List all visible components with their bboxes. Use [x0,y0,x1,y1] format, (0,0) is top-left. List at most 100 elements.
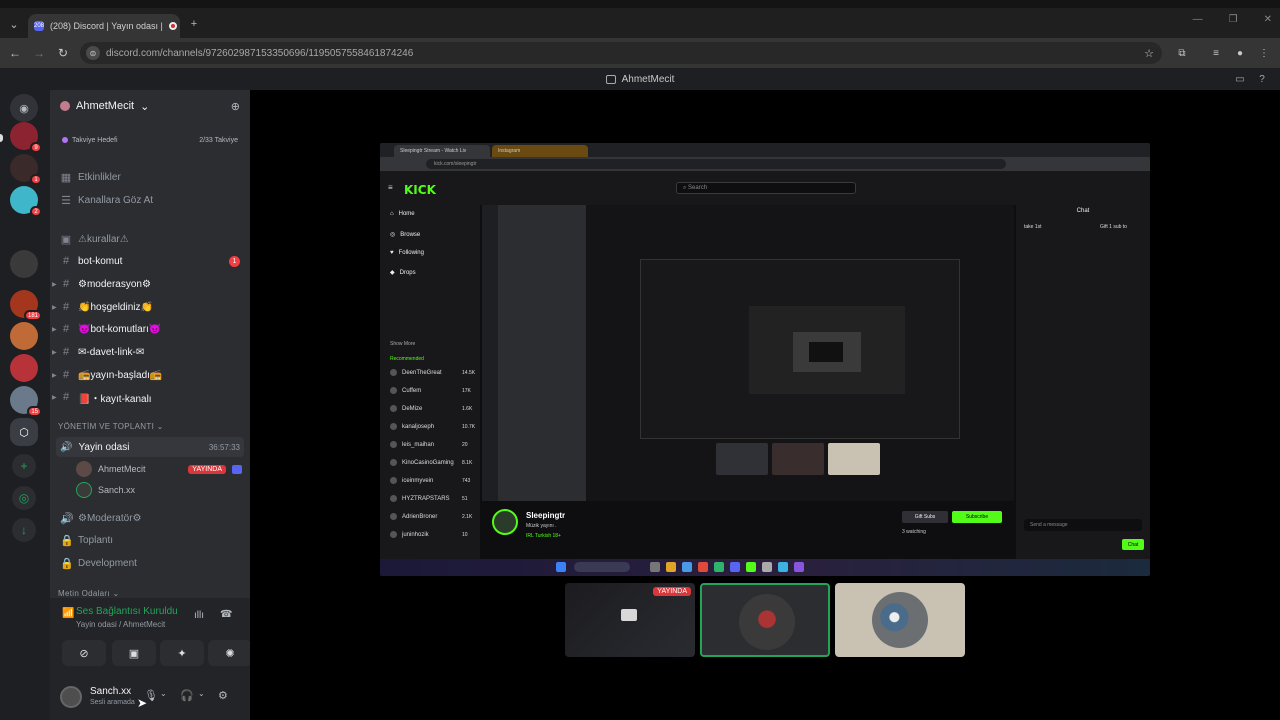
close-window-icon[interactable]: ✕ [1264,14,1272,25]
hash-icon: # [62,301,70,313]
headphones-icon[interactable]: 🎧 [180,689,194,702]
boost-icon [62,137,68,143]
channel-item[interactable]: ▶ # ✉-davet-link-✉ [52,342,244,362]
chevron-down-icon[interactable]: ⌄ [160,689,167,698]
rules-icon: ▣ [60,233,72,246]
channel-item[interactable]: # bot-komut 1 [56,251,244,271]
chevron-down-icon[interactable]: ⌄ [198,689,205,698]
site-info-icon[interactable]: ⊜ [86,46,100,60]
discord-home-icon[interactable]: ◉ [10,94,38,122]
camera-off-button[interactable]: ⊘ [62,640,106,666]
category-header[interactable]: Metin Odaları ⌄ [58,589,119,598]
server-icon[interactable] [10,354,38,382]
add-server-icon[interactable]: + [12,454,36,478]
kick-rec-viewers: 10.7K [462,423,476,430]
channel-item[interactable]: ▶ # 😈bot-komutları😈 [52,319,244,339]
voice-user[interactable]: AhmetMecit YAYINDA [76,460,242,478]
server-icon[interactable]: ⬡ [10,418,38,446]
hash-icon: # [62,323,70,335]
participant-tile-speaking[interactable] [700,583,830,657]
explore-icon[interactable]: ◎ [12,486,36,510]
server-badge: 181 [23,310,42,321]
server-icon[interactable]: 9 [10,122,42,153]
voice-channel[interactable]: 🔒 Development [56,553,244,573]
kick-rec-name: leis_maihan [402,441,435,448]
tab-list-icon[interactable]: ⌄ [4,14,24,34]
guild-header[interactable]: AhmetMecit ⌄ ⊕ [50,90,250,122]
boost-goal[interactable]: Takviye Hedefi 2/33 Takviye [58,132,242,148]
channel-label: Kanallara Göz At [78,194,154,206]
server-icon[interactable] [10,322,38,350]
participant-tile[interactable] [835,583,965,657]
screen-share-view[interactable]: Sleepingtr Stream - Watch Liv Instagram … [380,143,1150,576]
minimize-icon[interactable]: — [1193,14,1203,25]
hash-icon: # [62,346,70,358]
channel-item[interactable]: ▶ # 📻yayın-başladı📻 [52,365,244,385]
channel-item[interactable]: ▣ ⚠kurallar⚠ [56,229,244,249]
extensions-icon[interactable]: ⧉ [1174,45,1190,61]
channel-item[interactable]: ▶ # 📕・kayıt-kanalı [52,387,244,407]
new-tab-button[interactable]: + [184,14,204,34]
invite-user-icon[interactable]: ⊕ [231,100,240,113]
avatar [390,369,397,376]
taskbar-app-icon [666,562,676,572]
voice-channel-active[interactable]: 🔊 Yayin odasi 36:57:33 [56,437,244,457]
help-icon[interactable]: ? [1256,73,1268,85]
voice-status[interactable]: Ses Bağlantısı Kuruldu [76,606,178,617]
server-icon[interactable] [10,250,38,278]
kick-rec-viewers: 51 [462,495,468,502]
channel-label: Toplantı [78,534,114,546]
watching-count: 3 watching [902,529,926,535]
live-badge: YAYINDA [188,464,226,474]
inbox-icon[interactable]: ▭ [1234,73,1246,85]
windows-taskbar [380,559,1150,576]
voice-user[interactable]: Sanch.xx [76,481,242,499]
server-badge: 1 [30,174,42,185]
channel-browse[interactable]: ☰ Kanallara Göz At [56,190,244,210]
collapse-arrow-icon: ▶ [52,349,57,356]
voice-channel[interactable]: 🔊 ⚙Moderatör⚙ [56,508,244,528]
stream-title: Müzik yayını . [526,523,557,529]
address-bar[interactable]: ⊜ discord.com/channels/97260298715335069… [80,42,1162,64]
reload-icon[interactable]: ↻ [54,44,72,62]
soundboard-button[interactable]: ✺ [208,640,252,666]
channel-item[interactable]: ▶ # ⚙moderasyon⚙ [52,274,244,294]
collapse-arrow-icon: ▶ [52,304,57,311]
server-icon[interactable]: 15 [10,386,42,417]
noise-suppression-icon[interactable]: ıllı [194,610,204,621]
share-screen-button[interactable]: ▣ [112,640,156,666]
kick-chat-message: Gift 1 sub to [1100,224,1127,230]
kick-nav-item: ◎ Browse [390,231,421,239]
maximize-icon[interactable]: ❐ [1229,14,1238,25]
disconnect-icon[interactable]: ☎ [220,609,232,620]
kick-show-more: Show More [390,341,416,347]
monitor-icon [621,609,637,621]
menu-icon[interactable]: ⋮ [1256,45,1272,61]
kick-rec-name: HYZTRAPSTARS [402,495,450,502]
channel-item[interactable]: ▶ # 👏hoşgeldiniz👏 [52,297,244,317]
nested-participant-tiles [716,443,886,475]
channel-events[interactable]: ▦ Etkinlikler [56,167,244,187]
hash-icon: # [62,369,70,381]
settings-gear-icon[interactable]: ⚙ [218,689,228,702]
forward-icon[interactable]: → [30,44,48,62]
participant-tile-stream[interactable]: YAYINDA [565,583,695,657]
activities-button[interactable]: ✦ [160,640,204,666]
kick-rec-viewers: 2.1K [462,513,473,520]
voice-channel[interactable]: 🔒 Toplantı [56,530,244,550]
server-icon[interactable]: 181 [10,290,42,321]
category-header[interactable]: YÖNETİM VE TOPLANTI ⌄ [58,422,164,431]
bookmark-star-icon[interactable]: ☆ [1144,47,1154,60]
kick-chat-message: take 1st [1024,224,1042,230]
channel-label: ⚠kurallar⚠ [78,233,129,245]
browser-toolbar: ← → ↻ ⊜ discord.com/channels/97260298715… [0,38,1280,68]
server-icon[interactable]: 1 [10,154,42,185]
back-icon[interactable]: ← [6,44,24,62]
download-icon[interactable]: ↓ [12,518,36,542]
unread-pill [0,134,3,142]
profile-icon[interactable]: ● [1232,45,1248,61]
server-icon[interactable]: 2 [10,186,42,217]
browser-tab-discord[interactable]: 208 (208) Discord | Yayın odası | ✕ [28,14,180,38]
media-controls-icon[interactable]: ≡ [1208,45,1224,61]
avatar[interactable] [60,686,82,708]
